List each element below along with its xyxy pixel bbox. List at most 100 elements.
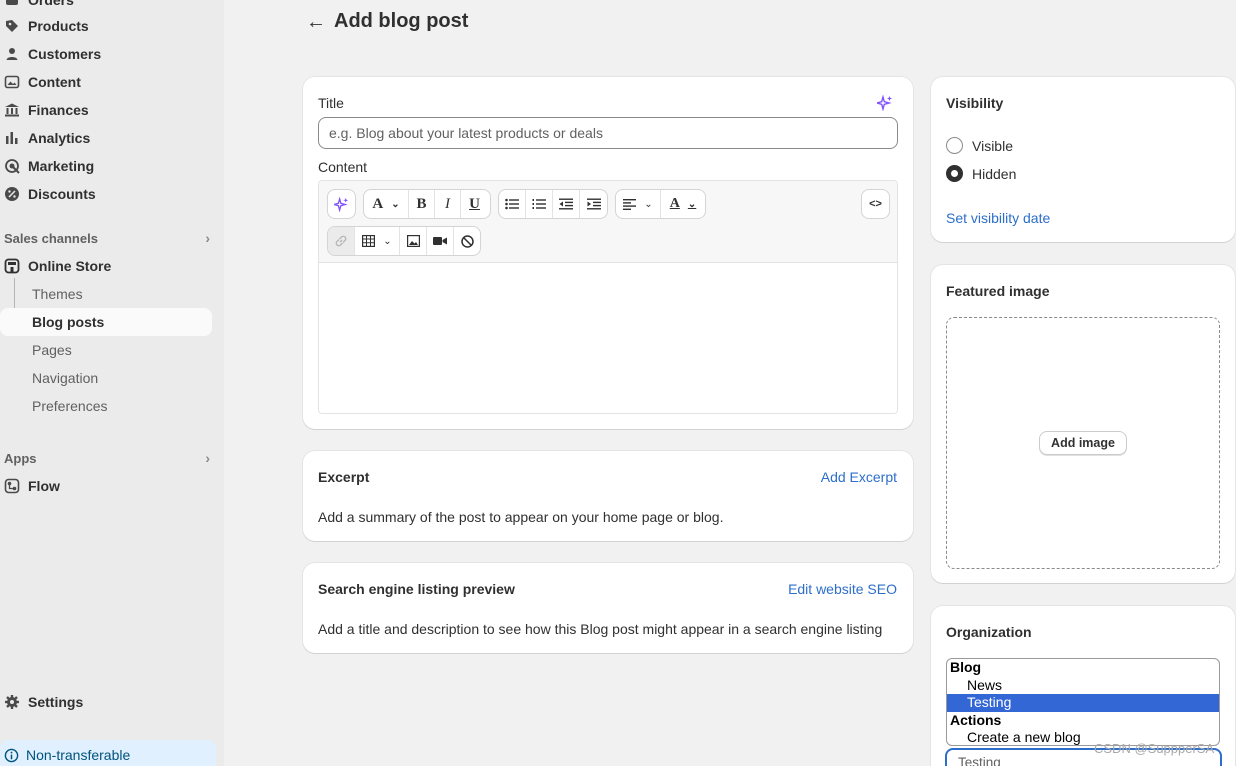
sidebar-item-label: Discounts [28,186,96,202]
editor-toolbar: A ⌄ B I U ⌄ A ⌄ <> ⌄ [319,181,897,263]
show-html-button[interactable]: <> [862,190,889,218]
excerpt-description: Add a summary of the post to appear on y… [318,509,724,525]
dropdown-option-testing[interactable]: Testing [947,694,1219,712]
sidebar-item-content[interactable]: Content [0,68,212,96]
list-group [498,189,608,219]
bank-icon [0,102,28,118]
seo-card: Search engine listing preview Edit websi… [303,563,913,653]
sidebar-item-analytics[interactable]: Analytics [0,124,212,152]
image-dropzone[interactable]: Add image [946,317,1220,569]
sidebar-item-settings[interactable]: Settings [0,688,212,716]
sidebar-item-discounts[interactable]: Discounts [0,180,212,208]
indent-button[interactable] [580,190,607,218]
sidebar-item-products[interactable]: Products [0,12,212,40]
chevron-down-icon: ⌄ [383,235,392,247]
sidebar-item-finances[interactable]: Finances [0,96,212,124]
sidebar-item-online-store[interactable]: Online Store [0,252,212,280]
sparkle-icon[interactable] [874,94,893,114]
sidebar-subitem-label: Preferences [32,398,108,414]
sidebar-item-marketing[interactable]: Marketing [0,152,212,180]
sidebar-item-blog-posts[interactable]: Blog posts [0,308,212,336]
add-excerpt-link[interactable]: Add Excerpt [821,469,897,485]
bold-button[interactable]: B [409,190,435,218]
gear-icon [0,694,28,710]
align-color-group: ⌄ A ⌄ [615,189,706,219]
target-icon [0,158,28,174]
sidebar-item-themes[interactable]: Themes [0,280,212,308]
sidebar-item-label: Products [28,18,89,34]
sidebar-item-preferences[interactable]: Preferences [0,392,212,420]
set-visibility-date-link[interactable]: Set visibility date [946,210,1050,226]
bullet-list-button[interactable] [499,190,526,218]
sidebar-item-flow[interactable]: Flow [0,472,212,500]
sidebar-item-label: Marketing [28,158,95,174]
insert-video-button[interactable] [427,227,454,255]
insert-image-button[interactable] [400,227,427,255]
visible-radio[interactable] [946,137,963,154]
text-color-dropdown[interactable]: A ⌄ [661,190,705,218]
sidebar-item-pages[interactable]: Pages [0,336,212,364]
link-button[interactable] [328,227,355,255]
featured-image-title: Featured image [946,283,1050,299]
sidebar-item-label: Online Store [28,258,112,274]
indent-icon [586,198,601,210]
apps-header[interactable]: Apps › [4,448,210,468]
sidebar-item-customers[interactable]: Customers [0,40,212,68]
sidebar-subitem-label: Pages [32,342,72,358]
numbered-list-icon [532,199,546,209]
chevron-down-icon: ⌄ [391,198,400,210]
sales-channels-label: Sales channels [4,230,98,246]
ai-group [327,189,356,219]
orders-icon [0,0,28,8]
discount-icon [0,186,28,202]
page-title: Add blog post [334,10,469,32]
numbered-list-button[interactable] [526,190,553,218]
clear-formatting-button[interactable] [454,227,480,255]
editor-body[interactable] [319,263,897,413]
sidebar-item-label: Analytics [28,130,91,146]
excerpt-title: Excerpt [318,469,370,485]
table-dropdown[interactable]: ⌄ [355,227,400,255]
sidebar-item-label: Customers [28,46,102,62]
bar-chart-icon [0,130,28,146]
dropdown-option-news[interactable]: News [947,677,1219,695]
add-image-button[interactable]: Add image [1039,431,1127,455]
chevron-right-icon: › [205,230,210,246]
non-transferable-banner[interactable]: Non-transferable [0,740,216,766]
video-icon [433,237,447,245]
italic-button[interactable]: I [435,190,461,218]
sales-channels-header[interactable]: Sales channels › [4,228,210,248]
bullet-list-icon [505,198,519,210]
person-icon [0,46,28,62]
outdent-button[interactable] [553,190,580,218]
text-style-dropdown[interactable]: A ⌄ [364,190,409,218]
outdent-icon [559,198,573,210]
visibility-card: Visibility Visible Hidden Set visibility… [931,77,1235,242]
chevron-right-icon: › [205,450,210,466]
hidden-option[interactable]: Hidden [946,165,1016,182]
sidebar-subitem-label: Navigation [32,370,99,386]
title-input[interactable] [318,117,898,149]
edit-seo-link[interactable]: Edit website SEO [788,581,897,597]
hidden-radio[interactable] [946,165,963,182]
non-transferable-label: Non-transferable [26,747,131,763]
sidebar: Orders Products Customers Content Financ… [0,0,224,766]
visible-option[interactable]: Visible [946,137,1013,154]
sidebar-item-label: Settings [28,694,84,710]
image-icon [0,74,28,90]
align-dropdown[interactable]: ⌄ [616,190,661,218]
back-arrow-icon[interactable]: ← [306,11,326,34]
align-left-icon [623,198,637,210]
content-label: Content [318,159,368,175]
sidebar-subitem-label: Blog posts [32,314,105,330]
format-group: A ⌄ B I U [363,189,491,219]
watermark: CSDN @SuppperSA [1094,741,1215,756]
sidebar-item-navigation[interactable]: Navigation [0,364,212,392]
info-icon [4,748,19,763]
sidebar-item-label: Orders [28,0,74,8]
ai-generate-button[interactable] [328,190,355,218]
seo-description: Add a title and description to see how t… [318,621,883,637]
underline-button[interactable]: U [461,190,488,218]
seo-title: Search engine listing preview [318,581,515,597]
store-icon [0,258,28,274]
